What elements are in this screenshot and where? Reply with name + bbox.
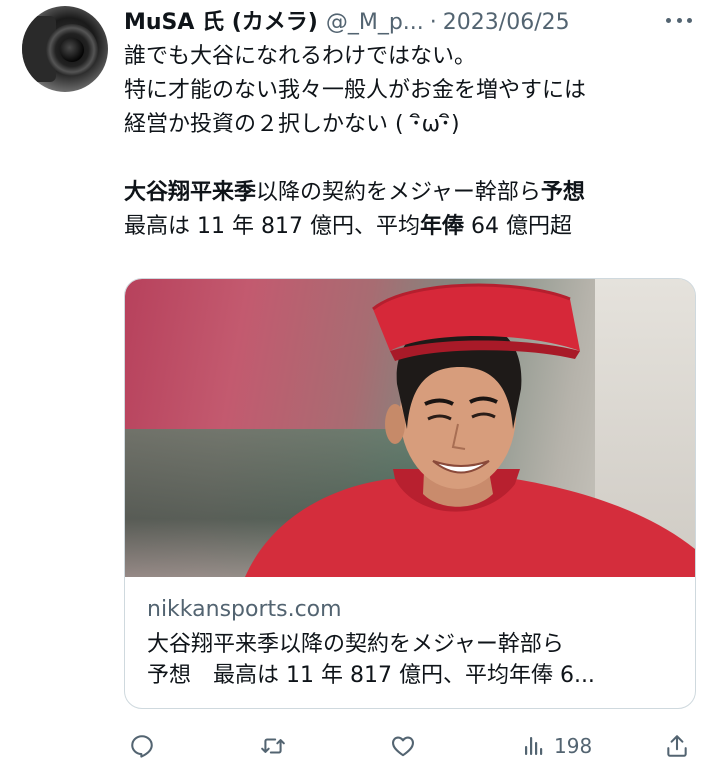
player-photo — [245, 283, 695, 577]
like-button[interactable] — [389, 726, 417, 766]
reply-icon — [131, 735, 153, 758]
tweet-headline-line-1: 大谷翔平来季以降の契約をメジャー幹部ら予想 — [124, 176, 704, 210]
author-handle[interactable]: @_M_p... — [326, 10, 424, 35]
link-card[interactable]: nikkansports.com 大谷翔平来季以降の契約をメジャー幹部ら 予想 … — [124, 278, 696, 709]
tweet-headline-line-2: 最高は 11 年 817 億円、平均年俸 64 億円超 — [124, 210, 704, 244]
retweet-icon — [261, 738, 285, 754]
share-icon — [667, 735, 687, 757]
card-title-line-2: 予想 最高は 11 年 817 億円、平均年俸 6... — [147, 663, 595, 688]
headline-bold-prediction: 予想 — [540, 180, 585, 205]
views-icon — [525, 737, 543, 755]
tweet-line-3: 経営か投資の２択しかない ( ･ิω･ิ) — [124, 112, 460, 137]
card-title-line-1: 大谷翔平来季以降の契約をメジャー幹部ら — [147, 632, 564, 657]
heart-icon — [392, 736, 414, 757]
more-icon[interactable] — [666, 10, 692, 30]
headline-bold-subject: 大谷翔平来季 — [124, 180, 257, 205]
views-button[interactable]: 198 — [522, 726, 592, 766]
headline-text: 以降の契約をメジャー幹部ら — [256, 180, 541, 205]
headline-bold-salary: 年俸 — [419, 214, 464, 239]
card-image[interactable] — [125, 279, 695, 577]
tweet-line-2: 特に才能のない我々一般人がお金を増やすには — [124, 78, 587, 103]
card-domain[interactable]: nikkansports.com — [147, 597, 342, 622]
headline-text-3: 64 億円超 — [463, 214, 572, 239]
tweet-header: MuSA 氏 (カメラ) @_M_p... · 2023/06/25 — [124, 4, 570, 36]
author-name[interactable]: MuSA 氏 (カメラ) — [124, 4, 318, 36]
retweet-button[interactable] — [259, 726, 287, 766]
reply-button[interactable] — [129, 726, 155, 766]
header-separator: · — [429, 10, 437, 35]
tweet-date[interactable]: 2023/06/25 — [443, 10, 570, 35]
share-button[interactable] — [664, 726, 690, 766]
avatar[interactable] — [22, 6, 108, 92]
tweet-actions: 198 — [124, 726, 696, 766]
tweet-line-1: 誰でも大谷になれるわけではない。 — [124, 44, 477, 69]
views-count: 198 — [554, 734, 593, 758]
avatar-lens-center — [60, 38, 84, 62]
headline-text-2: 最高は 11 年 817 億円、平均 — [124, 214, 420, 239]
tweet-text: 誰でも大谷になれるわけではない。 特に才能のない我々一般人がお金を増やすには 経… — [124, 40, 704, 244]
card-title[interactable]: 大谷翔平来季以降の契約をメジャー幹部ら 予想 最高は 11 年 817 億円、平… — [147, 629, 677, 691]
